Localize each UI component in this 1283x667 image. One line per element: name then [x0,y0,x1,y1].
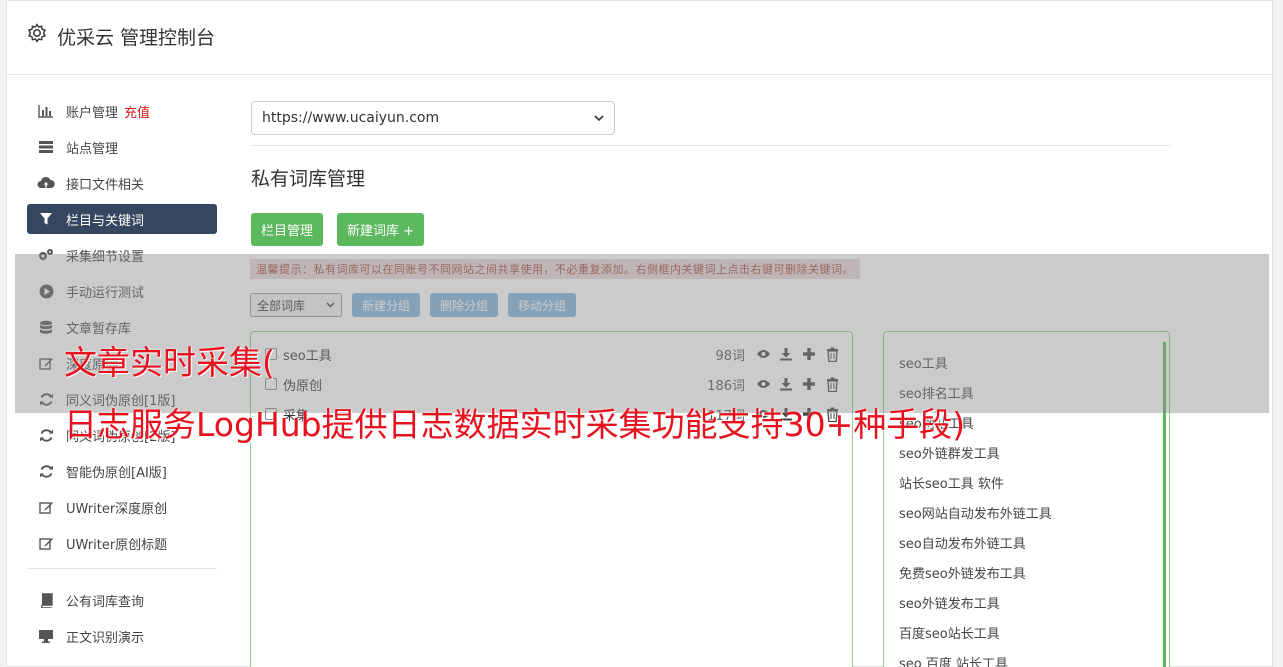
sidebar-item-public-lib[interactable]: 公有词库查询 [27,585,217,615]
play-circle-icon [37,283,55,299]
filter-icon [37,211,55,227]
library-actions [755,376,840,392]
library-name: 伪原创 [283,378,323,394]
app-title: 优采云 管理控制台 [57,27,216,49]
edit-icon [37,499,55,515]
overlay-headline-line1: 文章实时采集( [64,343,275,382]
sidebar-item-label: 采集细节设置 [66,249,145,265]
keyword-item[interactable]: seo外链发布工具 [899,587,1052,617]
new-lib-button[interactable]: 新建词库 + [337,213,425,246]
sidebar-item-interface[interactable]: 接口文件相关 [27,168,217,198]
delete-group-button[interactable]: 删除分组 [430,293,499,317]
keyword-item[interactable]: seo网站自动发布外链工具 [899,497,1052,527]
library-count: 98词 [715,348,745,364]
keyword-scrollbar[interactable] [1163,342,1166,667]
sidebar-item-text-recognition[interactable]: 正文识别演示 [27,621,217,651]
book-icon [37,592,55,608]
sidebar-item-label: 栏目与关键词 [66,213,145,229]
sidebar-item-uwriter-title[interactable]: UWriter原创标题 [27,528,217,558]
library-list-panel: seo工具 98词 伪原创 186词 采集 117词 [250,331,853,667]
main-content: https://www.ucaiyun.com 私有词库管理 栏目管理 新建词库… [251,101,1171,246]
refresh-icon [37,391,55,407]
keyword-item[interactable]: seo工具 [899,347,1052,377]
refresh-icon [37,427,55,443]
page-title: 私有词库管理 [251,168,366,190]
group-select[interactable]: 全部词库 [250,293,342,317]
library-actions [755,346,840,362]
database-icon [37,319,55,335]
download-icon[interactable] [778,376,794,392]
chevron-down-icon [594,114,604,121]
eye-icon[interactable] [755,376,771,392]
library-name: seo工具 [283,348,332,364]
edit-icon [37,355,55,371]
list-item[interactable]: seo工具 98词 [265,343,840,365]
eye-icon[interactable] [755,346,771,362]
sidebar-item-label: UWriter原创标题 [66,537,168,553]
gears-icon [37,247,55,263]
monitor-icon [37,628,55,644]
overlay-headline-line2: 日志服务LogHub提供日志数据实时采集功能支持30+种手段) [64,405,966,444]
trash-icon[interactable] [824,346,840,362]
site-select[interactable]: https://www.ucaiyun.com [251,101,615,135]
divider [251,145,1171,146]
sidebar-item-label: 手动运行测试 [66,285,145,301]
cloud-upload-icon [37,175,55,191]
sidebar-item-label: 正文识别演示 [66,630,145,646]
download-icon[interactable] [778,346,794,362]
site-select-value: https://www.ucaiyun.com [262,110,440,126]
refresh-icon [37,463,55,479]
sidebar-item-label: 公有词库查询 [66,594,145,610]
keyword-item[interactable]: 站长seo工具 软件 [899,467,1052,497]
sidebar-item-label: UWriter深度原创 [66,501,168,517]
recharge-link[interactable]: 充值 [124,102,150,121]
sidebar-item-label: 文章暂存库 [66,321,132,337]
sidebar-item-columns-keywords[interactable]: 栏目与关键词 [27,204,217,234]
sidebar-item-sites[interactable]: 站点管理 [27,132,217,162]
plus-icon[interactable] [801,376,817,392]
sidebar-item-account[interactable]: 账户管理 充值 [27,96,217,126]
sidebar-item-label: 站点管理 [66,141,119,157]
group-select-value: 全部词库 [257,298,306,313]
sidebar-item-label: 智能伪原创[AI版] [66,465,167,481]
group-toolbar: 全部词库 新建分组 删除分组 移动分组 [250,293,577,317]
edit-icon [37,535,55,551]
sidebar-item-ai-rewrite[interactable]: 智能伪原创[AI版] [27,456,217,486]
action-buttons: 栏目管理 新建词库 + [251,213,1171,246]
tip-text: 温馨提示：私有词库可以在同账号不同网站之间共享使用，不必重复添加。右侧框内关键词… [250,259,860,279]
chevron-down-icon [326,302,335,308]
keyword-list-panel: seo工具 seo排名工具 seo网站工具 seo外链群发工具 站长seo工具 … [883,331,1170,667]
trash-icon[interactable] [824,376,840,392]
top-header: 优采云 管理控制台 [7,1,1272,75]
plus-icon[interactable] [801,346,817,362]
keyword-item[interactable]: seo自动发布外链工具 [899,527,1052,557]
move-group-button[interactable]: 移动分组 [508,293,577,317]
sidebar-item-uwriter-deep[interactable]: UWriter深度原创 [27,492,217,522]
gear-icon [28,23,46,43]
server-icon [37,139,55,155]
keyword-item[interactable]: seo 百度 站长工具 [899,647,1052,667]
keyword-item[interactable]: 百度seo站长工具 [899,617,1052,647]
keyword-item[interactable]: 免费seo外链发布工具 [899,557,1052,587]
sidebar-item-label: 接口文件相关 [66,177,145,193]
sidebar-item-manual-run[interactable]: 手动运行测试 [27,276,217,306]
column-manage-button[interactable]: 栏目管理 [251,213,324,246]
library-count: 186词 [707,378,745,394]
list-item[interactable]: 伪原创 186词 [265,373,840,395]
sidebar-item-collect-settings[interactable]: 采集细节设置 [27,240,217,270]
bar-chart-icon [37,103,55,119]
keyword-list: seo工具 seo排名工具 seo网站工具 seo外链群发工具 站长seo工具 … [899,347,1052,667]
sidebar-item-label: 账户管理 [66,105,119,121]
new-group-button[interactable]: 新建分组 [352,293,421,317]
sidebar-divider [27,568,217,569]
